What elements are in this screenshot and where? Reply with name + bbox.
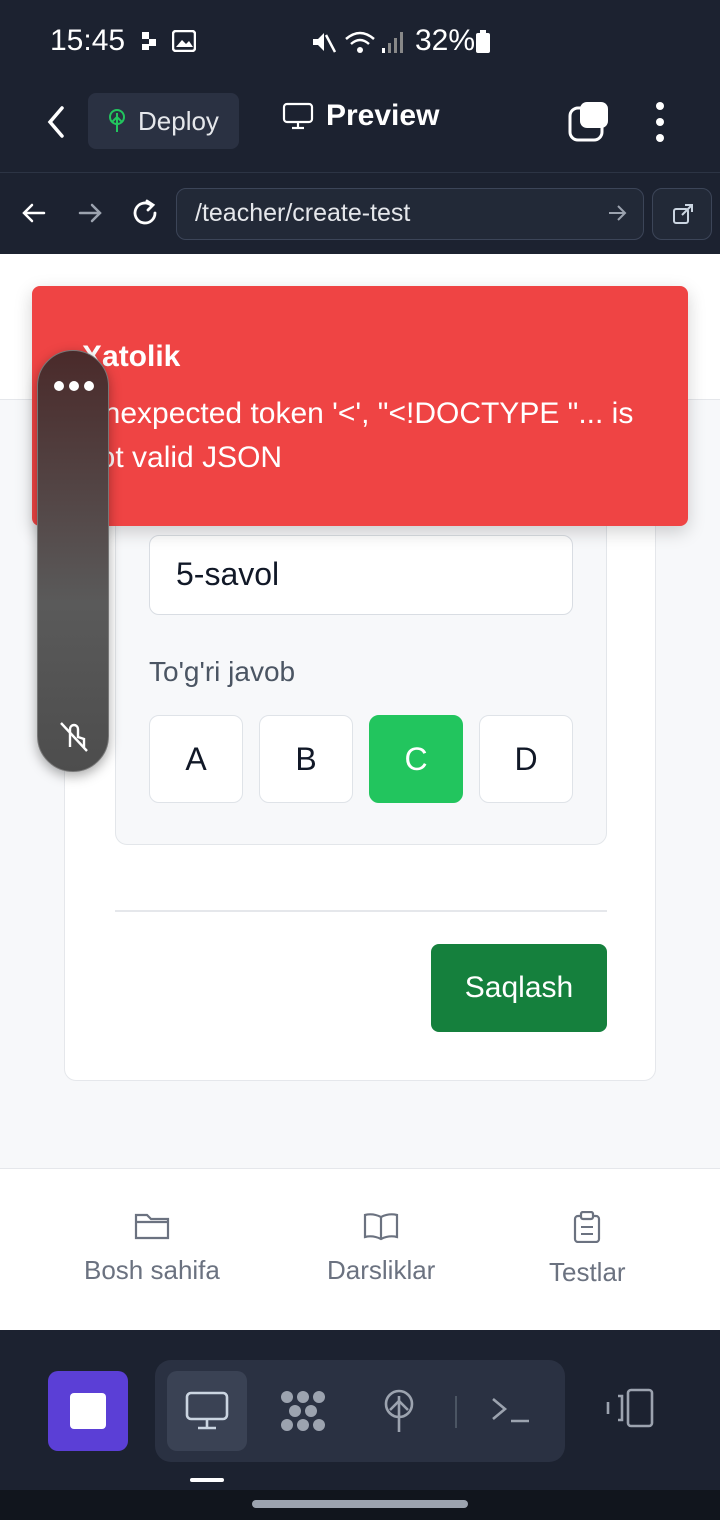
deploy-label: Deploy bbox=[138, 105, 219, 136]
question-block: 5-savol To'g'ri javob A B C D bbox=[115, 475, 607, 845]
browser-back-icon[interactable] bbox=[18, 197, 50, 229]
stop-icon bbox=[70, 1393, 106, 1429]
terminal-icon bbox=[492, 1398, 529, 1423]
save-button[interactable]: Saqlash bbox=[431, 944, 607, 1032]
deploy-icon bbox=[384, 1389, 414, 1432]
error-toast[interactable]: Xatolik Unexpected token '<', "<!DOCTYPE… bbox=[32, 286, 688, 526]
book-icon bbox=[364, 1213, 399, 1241]
toast-message: Unexpected token '<', "<!DOCTYPE "... is… bbox=[82, 397, 634, 474]
bottom-nav: Bosh sahifa Darsliklar Testlar bbox=[0, 1168, 720, 1330]
active-tab-indicator bbox=[190, 1478, 224, 1482]
notification-icon bbox=[142, 32, 156, 50]
deploy-button[interactable]: Deploy bbox=[88, 93, 239, 149]
app-header: Deploy Preview bbox=[0, 84, 720, 172]
status-time: 15:45 bbox=[50, 24, 126, 57]
option-b-button[interactable]: B bbox=[259, 715, 353, 803]
reload-icon[interactable] bbox=[129, 197, 161, 229]
option-c-button[interactable]: C bbox=[369, 715, 463, 803]
option-d-button[interactable]: D bbox=[479, 715, 573, 803]
clipboard-icon bbox=[574, 1211, 601, 1243]
nav-label-lessons: Darsliklar bbox=[327, 1255, 436, 1285]
tool-preview[interactable] bbox=[167, 1371, 247, 1451]
external-link-icon bbox=[673, 204, 693, 224]
workspace-icon bbox=[281, 1391, 325, 1431]
option-a-button[interactable]: A bbox=[149, 715, 243, 803]
url-text: /teacher/create-test bbox=[195, 199, 411, 227]
floating-tool-pill[interactable] bbox=[37, 350, 109, 772]
gallery-icon bbox=[172, 30, 196, 52]
separator bbox=[455, 1396, 457, 1428]
correct-answer-label: To'g'ri javob bbox=[149, 656, 296, 687]
tool-deploy[interactable] bbox=[359, 1371, 439, 1451]
mute-icon bbox=[313, 33, 336, 53]
preview-label: Preview bbox=[326, 99, 440, 132]
nav-label-tests: Testlar bbox=[549, 1257, 626, 1287]
monitor-icon bbox=[282, 102, 314, 130]
preview-tab[interactable]: Preview bbox=[282, 99, 439, 133]
nav-item-lessons[interactable]: Darsliklar bbox=[327, 1211, 435, 1286]
back-icon[interactable] bbox=[38, 102, 78, 142]
question-input[interactable]: 5-savol bbox=[149, 535, 573, 615]
status-bar: 15:45 32% bbox=[0, 0, 720, 84]
question-text: 5-savol bbox=[176, 556, 280, 592]
divider bbox=[115, 910, 607, 912]
browser-bar: /teacher/create-test bbox=[0, 172, 720, 254]
monitor-icon bbox=[185, 1391, 229, 1430]
test-card: 5-savol To'g'ri javob A B C D Saqlash bbox=[64, 475, 656, 1081]
signal-icon bbox=[382, 32, 403, 53]
folder-icon bbox=[134, 1213, 170, 1240]
wifi-icon bbox=[345, 31, 375, 53]
go-arrow-icon[interactable] bbox=[607, 203, 627, 223]
tabs-icon[interactable] bbox=[568, 100, 612, 144]
home-indicator[interactable] bbox=[252, 1500, 468, 1508]
battery-percent: 32% bbox=[415, 24, 476, 57]
stop-button[interactable] bbox=[48, 1371, 128, 1451]
tool-workspace[interactable] bbox=[263, 1371, 343, 1451]
browser-forward-icon[interactable] bbox=[74, 197, 106, 229]
open-external-button[interactable] bbox=[652, 188, 712, 240]
more-menu-icon[interactable] bbox=[644, 100, 676, 144]
nav-label-home: Bosh sahifa bbox=[84, 1255, 220, 1285]
battery-icon bbox=[476, 30, 490, 53]
tool-switcher bbox=[155, 1360, 565, 1462]
tool-shell[interactable] bbox=[471, 1371, 551, 1451]
nav-item-home[interactable]: Bosh sahifa bbox=[84, 1211, 220, 1286]
touch-off-icon[interactable] bbox=[58, 719, 90, 753]
url-input[interactable]: /teacher/create-test bbox=[176, 188, 644, 240]
more-dots-icon[interactable] bbox=[54, 381, 94, 393]
layout-switch-icon[interactable] bbox=[604, 1388, 656, 1428]
deploy-icon bbox=[109, 109, 125, 132]
nav-item-tests[interactable]: Testlar bbox=[549, 1211, 626, 1288]
ide-toolbar bbox=[0, 1330, 720, 1490]
